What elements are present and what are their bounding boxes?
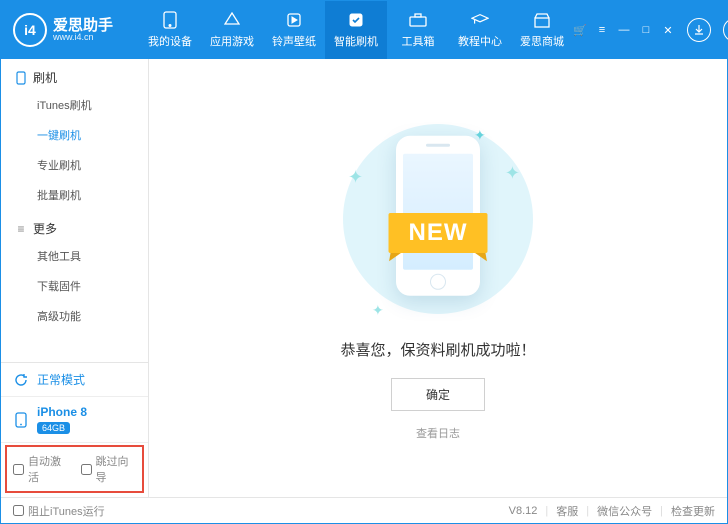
download-button[interactable]	[687, 18, 711, 42]
store-icon	[533, 11, 551, 29]
device-storage-badge: 64GB	[37, 422, 70, 434]
phone-icon	[161, 11, 179, 29]
titlebar: i4 爱思助手 www.i4.cn 我的设备 应用游戏 铃声壁纸 智能刷机	[1, 1, 727, 59]
ringtone-icon	[285, 11, 303, 29]
sidebar-section-more[interactable]: ≡ 更多	[15, 220, 148, 237]
nav-ringtone[interactable]: 铃声壁纸	[263, 1, 325, 59]
success-illustration: ✦ ✦ ✦ ✦ NEW	[328, 119, 548, 319]
block-itunes-checkbox[interactable]: 阻止iTunes运行	[13, 503, 105, 519]
sidebar-item-download-firmware[interactable]: 下载固件	[15, 271, 148, 301]
auto-activate-checkbox[interactable]: 自动激活	[13, 453, 69, 485]
logo-icon: i4	[13, 13, 47, 47]
status-bar: 阻止iTunes运行 V8.12 | 客服 | 微信公众号 | 检查更新	[1, 497, 727, 523]
device-mode-row[interactable]: 正常模式	[1, 363, 148, 397]
flash-icon	[347, 11, 365, 29]
user-button[interactable]	[723, 18, 728, 42]
sparkle-icon: ✦	[505, 163, 520, 184]
phone-small-icon	[15, 72, 27, 84]
sidebar-item-batch-flash[interactable]: 批量刷机	[15, 180, 148, 210]
sidebar-section-flash[interactable]: 刷机	[15, 69, 148, 86]
sparkle-icon: ✦	[372, 302, 384, 319]
success-message: 恭喜您，保资料刷机成功啦！	[340, 339, 535, 360]
wechat-link[interactable]: 微信公众号	[597, 503, 652, 519]
nav-smart-flash[interactable]: 智能刷机	[325, 1, 387, 59]
nav-store[interactable]: 爱思商城	[511, 1, 573, 59]
nav-my-device[interactable]: 我的设备	[139, 1, 201, 59]
device-info-row[interactable]: iPhone 8 64GB	[1, 397, 148, 443]
list-icon: ≡	[15, 223, 27, 235]
new-ribbon: NEW	[389, 213, 488, 253]
nav-app-games[interactable]: 应用游戏	[201, 1, 263, 59]
close-button[interactable]: ✕	[661, 23, 675, 37]
ok-button[interactable]: 确定	[391, 378, 485, 411]
tutorial-icon	[471, 11, 489, 29]
window-controls: 🛒 ≡ — □ ✕	[573, 18, 728, 42]
toolbox-icon	[409, 11, 427, 29]
sidebar-item-advanced[interactable]: 高级功能	[15, 301, 148, 331]
main-content: ✦ ✦ ✦ ✦ NEW 恭喜您，保资料刷机成功啦！ 确定 查看日志	[149, 59, 727, 497]
app-logo: i4 爱思助手 www.i4.cn	[13, 13, 133, 47]
view-log-link[interactable]: 查看日志	[416, 425, 460, 441]
sidebar: 刷机 iTunes刷机 一键刷机 专业刷机 批量刷机 ≡ 更多 其他工具 下载固…	[1, 59, 149, 497]
main-nav: 我的设备 应用游戏 铃声壁纸 智能刷机 工具箱 教程中心	[139, 1, 573, 59]
check-update-link[interactable]: 检查更新	[671, 503, 715, 519]
apps-icon	[223, 11, 241, 29]
highlighted-options: 自动激活 跳过向导	[5, 445, 144, 493]
sidebar-item-pro-flash[interactable]: 专业刷机	[15, 150, 148, 180]
version-label: V8.12	[509, 505, 538, 517]
skip-guide-checkbox[interactable]: 跳过向导	[81, 453, 137, 485]
support-link[interactable]: 客服	[556, 503, 578, 519]
nav-toolbox[interactable]: 工具箱	[387, 1, 449, 59]
device-name: iPhone 8	[37, 405, 87, 419]
cart-icon[interactable]: 🛒	[573, 23, 587, 37]
sparkle-icon: ✦	[348, 167, 363, 188]
maximize-button[interactable]: □	[639, 23, 653, 37]
device-icon	[13, 412, 29, 428]
nav-tutorial[interactable]: 教程中心	[449, 1, 511, 59]
app-name: 爱思助手	[53, 18, 113, 33]
refresh-icon	[13, 372, 29, 388]
sidebar-item-oneclick-flash[interactable]: 一键刷机	[15, 120, 148, 150]
app-subdomain: www.i4.cn	[53, 33, 113, 42]
minimize-button[interactable]: —	[617, 23, 631, 37]
sidebar-item-other-tools[interactable]: 其他工具	[15, 241, 148, 271]
sidebar-item-itunes-flash[interactable]: iTunes刷机	[15, 90, 148, 120]
menu-icon[interactable]: ≡	[595, 23, 609, 37]
